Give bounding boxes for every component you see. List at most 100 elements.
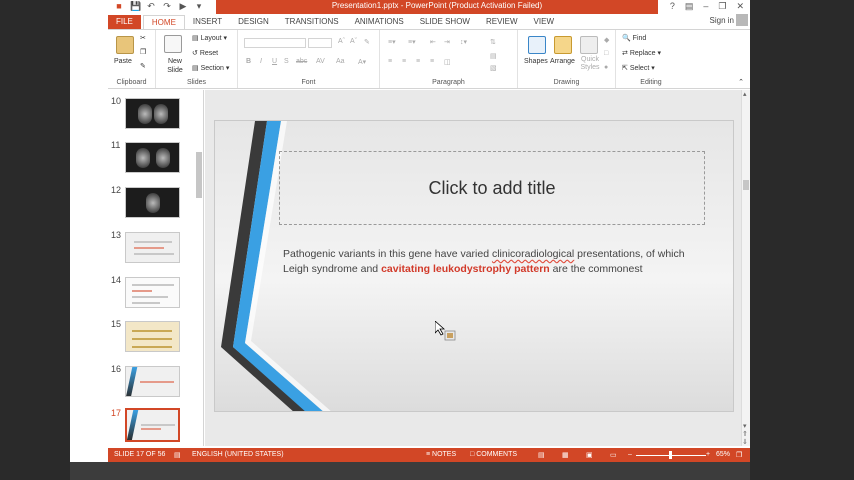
increase-font-icon[interactable]: Aˆ [338, 38, 345, 45]
current-slide[interactable]: Click to add title Pathogenic variants i… [214, 120, 734, 412]
shape-effects-icon[interactable]: ● [604, 64, 608, 71]
shapes-icon[interactable] [528, 36, 546, 54]
justify-icon[interactable]: ≡ [430, 58, 434, 65]
align-text-icon[interactable]: ▤ [490, 52, 497, 60]
thumbnail-scrollbar[interactable] [195, 92, 203, 444]
ribbon-display-icon[interactable]: ▤ [685, 1, 694, 12]
slide-thumbnail-10[interactable] [125, 98, 180, 129]
change-case-icon[interactable]: Aa [336, 58, 345, 65]
new-slide-button[interactable]: New Slide [162, 57, 188, 75]
help-icon[interactable]: ? [670, 1, 675, 12]
redo-icon[interactable]: ↷ [162, 1, 172, 12]
notes-button[interactable]: ≡ NOTES [426, 451, 456, 458]
zoom-out-icon[interactable]: – [628, 451, 632, 458]
scroll-thumb[interactable] [196, 152, 202, 198]
slide-thumbnail-13[interactable] [125, 232, 180, 263]
sign-in-link[interactable]: Sign in [710, 16, 734, 25]
paste-icon[interactable] [116, 36, 134, 54]
undo-icon[interactable]: ↶ [146, 1, 156, 12]
copy-icon[interactable]: ❐ [140, 48, 146, 56]
start-from-beginning-icon[interactable]: ▶ [178, 1, 188, 12]
zoom-level[interactable]: 65% [716, 451, 730, 458]
tab-view[interactable]: VIEW [526, 15, 562, 29]
zoom-slider-knob[interactable] [669, 451, 672, 459]
numbering-icon[interactable]: ≡▾ [408, 38, 416, 46]
slide-sorter-icon[interactable]: ▦ [562, 451, 569, 459]
shape-outline-icon[interactable]: □ [604, 50, 608, 57]
title-placeholder[interactable]: Click to add title [279, 151, 705, 225]
user-avatar[interactable] [736, 14, 748, 26]
customize-qat-icon[interactable]: ▾ [194, 1, 204, 12]
slide-thumbnail-14[interactable] [125, 277, 180, 308]
tab-transitions[interactable]: TRANSITIONS [277, 15, 347, 29]
scroll-thumb[interactable] [743, 180, 749, 190]
fit-to-window-icon[interactable]: ❐ [736, 451, 742, 459]
reset-button[interactable]: ↺ Reset [192, 49, 218, 57]
new-slide-icon[interactable] [164, 35, 182, 53]
decrease-indent-icon[interactable]: ⇤ [430, 38, 436, 46]
replace-button[interactable]: ⇄ Replace ▾ [622, 49, 661, 57]
shadow-icon[interactable]: S [284, 58, 289, 65]
italic-icon[interactable]: I [260, 58, 262, 65]
decrease-font-icon[interactable]: Aˇ [350, 38, 357, 45]
quick-styles-button[interactable]: Quick Styles [578, 56, 602, 72]
arrange-button[interactable]: Arrange [550, 58, 575, 65]
select-button[interactable]: ⇱ Select ▾ [622, 64, 655, 72]
comments-button[interactable]: □ COMMENTS [470, 451, 517, 458]
clear-formatting-icon[interactable]: ✎ [364, 38, 370, 46]
tab-review[interactable]: REVIEW [478, 15, 526, 29]
columns-icon[interactable]: ◫ [444, 58, 451, 66]
tab-home[interactable]: HOME [142, 15, 185, 29]
collapse-ribbon-icon[interactable]: ⌃ [738, 78, 744, 86]
language-indicator[interactable]: ENGLISH (UNITED STATES) [192, 451, 284, 458]
reading-view-icon[interactable]: ▣ [586, 451, 593, 459]
smartart-icon[interactable]: ▧ [490, 64, 497, 72]
align-left-icon[interactable]: ≡ [388, 58, 392, 65]
zoom-in-icon[interactable]: + [706, 451, 710, 458]
tab-file[interactable]: FILE [108, 15, 141, 29]
section-button[interactable]: ▤ Section ▾ [192, 64, 229, 72]
shapes-button[interactable]: Shapes [524, 58, 548, 65]
slide-show-icon[interactable]: ▭ [610, 451, 617, 459]
normal-view-icon[interactable]: ▤ [538, 451, 545, 459]
align-right-icon[interactable]: ≡ [416, 58, 420, 65]
center-icon[interactable]: ≡ [402, 58, 406, 65]
font-color-icon[interactable]: A▾ [358, 58, 366, 66]
cut-icon[interactable]: ✂ [140, 34, 146, 42]
underline-icon[interactable]: U [272, 58, 277, 65]
tab-animations[interactable]: ANIMATIONS [347, 15, 412, 29]
restore-icon[interactable]: ❐ [718, 1, 726, 12]
increase-indent-icon[interactable]: ⇥ [444, 38, 450, 46]
slide-thumbnail-17[interactable] [125, 408, 180, 442]
tab-insert[interactable]: INSERT [185, 15, 230, 29]
next-slide-icon[interactable]: ⇓ [742, 438, 748, 446]
line-spacing-icon[interactable]: ↕▾ [460, 38, 467, 46]
strikethrough-icon[interactable]: abc [296, 58, 307, 65]
arrange-icon[interactable] [554, 36, 572, 54]
save-icon[interactable]: 💾 [130, 1, 141, 12]
tab-design[interactable]: DESIGN [230, 15, 277, 29]
format-painter-icon[interactable]: ✎ [140, 62, 146, 70]
spelling-icon[interactable]: ▤ [174, 451, 181, 459]
slide-thumbnail-15[interactable] [125, 321, 180, 352]
slide-thumbnail-16[interactable] [125, 366, 180, 397]
slide-thumbnail-11[interactable] [125, 142, 180, 173]
body-text[interactable]: Pathogenic variants in this gene have va… [283, 247, 713, 277]
scroll-up-icon[interactable]: ▴ [743, 90, 747, 98]
scroll-down-icon[interactable]: ▾ [743, 422, 747, 430]
layout-button[interactable]: ▤ Layout ▾ [192, 34, 227, 42]
vertical-scrollbar[interactable]: ▴ ▾ ⇑ ⇓ [741, 90, 750, 446]
find-button[interactable]: 🔍 Find [622, 34, 646, 42]
font-name-dropdown[interactable] [244, 38, 306, 48]
bold-icon[interactable]: B [246, 58, 251, 65]
minimize-icon[interactable]: – [703, 1, 708, 12]
previous-slide-icon[interactable]: ⇑ [742, 430, 748, 438]
close-icon[interactable]: ✕ [736, 1, 744, 12]
tab-slide-show[interactable]: SLIDE SHOW [412, 15, 478, 29]
paste-button[interactable]: Paste [114, 58, 132, 65]
char-spacing-icon[interactable]: AV [316, 58, 325, 65]
shape-fill-icon[interactable]: ◆ [604, 36, 609, 44]
quick-styles-icon[interactable] [580, 36, 598, 54]
slide-thumbnail-12[interactable] [125, 187, 180, 218]
text-direction-icon[interactable]: ⇅ [490, 38, 496, 46]
